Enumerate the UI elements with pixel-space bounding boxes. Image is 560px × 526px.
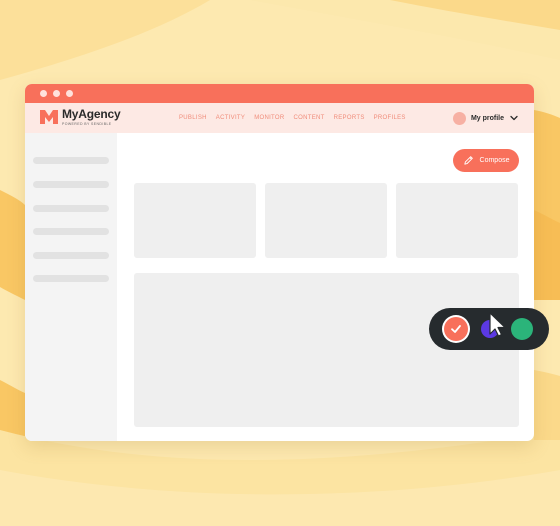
- app-header: MyAgency POWERED BY SENDIBLE PUBLISH ACT…: [25, 103, 534, 133]
- window-titlebar: [25, 84, 534, 103]
- nav-item-activity[interactable]: ACTIVITY: [216, 115, 245, 121]
- app-window: MyAgency POWERED BY SENDIBLE PUBLISH ACT…: [25, 84, 534, 441]
- brand-name: MyAgency: [62, 107, 121, 121]
- stat-card-placeholder: [134, 183, 256, 258]
- stat-card-placeholder: [265, 183, 387, 258]
- sidebar-item-placeholder[interactable]: [33, 275, 109, 282]
- profile-label: My profile: [470, 114, 504, 122]
- window-maximize-dot[interactable]: [66, 90, 73, 97]
- sidebar-item-placeholder[interactable]: [33, 228, 109, 235]
- nav-item-content[interactable]: CONTENT: [294, 115, 325, 121]
- nav-item-profiles[interactable]: PROFILES: [374, 115, 406, 121]
- floating-toolbar: [429, 308, 549, 350]
- pencil-icon: [463, 156, 473, 165]
- avatar: [452, 111, 466, 125]
- sidebar-item-placeholder[interactable]: [33, 205, 109, 212]
- brand-tagline: POWERED BY SENDIBLE: [62, 122, 112, 126]
- stat-card-placeholder: [396, 183, 518, 258]
- nav-item-monitor[interactable]: MONITOR: [254, 115, 284, 121]
- nav-item-publish[interactable]: PUBLISH: [179, 115, 207, 121]
- window-close-dot[interactable]: [40, 90, 47, 97]
- check-icon: [451, 325, 461, 333]
- compose-label: Compose: [479, 157, 510, 164]
- cursor-icon: [489, 312, 506, 337]
- sidebar-item-placeholder[interactable]: [33, 252, 109, 259]
- sidebar-item-placeholder[interactable]: [33, 157, 109, 164]
- myagency-logo-icon: [40, 110, 58, 124]
- sidebar-item-placeholder[interactable]: [33, 181, 109, 188]
- profile-menu[interactable]: My profile: [452, 103, 518, 133]
- window-minimize-dot[interactable]: [53, 90, 60, 97]
- chevron-down-icon: [510, 115, 518, 121]
- compose-button[interactable]: Compose: [453, 149, 519, 172]
- approve-button[interactable]: [444, 317, 468, 341]
- brand-logo[interactable]: MyAgency POWERED BY SENDIBLE: [40, 107, 121, 127]
- content-panel-placeholder: [134, 273, 519, 427]
- nav-item-reports[interactable]: REPORTS: [334, 115, 365, 121]
- main-nav: PUBLISH ACTIVITY MONITOR CONTENT REPORTS…: [179, 103, 415, 133]
- green-dot[interactable]: [511, 318, 533, 340]
- sidebar: [25, 133, 117, 441]
